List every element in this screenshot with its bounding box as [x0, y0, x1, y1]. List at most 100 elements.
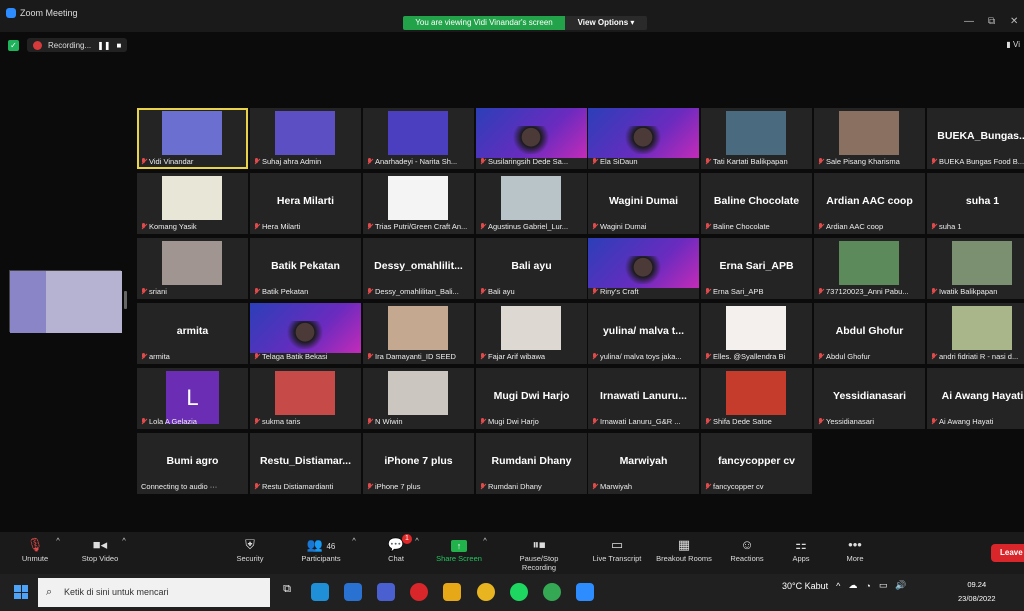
opera-icon[interactable]	[410, 583, 428, 601]
chrome-profile-icon[interactable]	[543, 583, 561, 601]
participant-tile[interactable]: Irnawati Lanuru... Irnawati Lanuru_G&R ..…	[588, 368, 699, 429]
participant-tile[interactable]: Telaga Batik Bekasi	[250, 303, 361, 364]
participant-tile[interactable]: Bumi agro Connecting to audio ···	[137, 433, 248, 494]
file-explorer-icon[interactable]	[443, 583, 461, 601]
participant-tile[interactable]: BUEKA_Bungas... BUEKA Bungas Food B...	[927, 108, 1024, 169]
participant-tile[interactable]: Shifa Dede Satoe	[701, 368, 812, 429]
participant-tile[interactable]: Elles. @Syallendra Bi	[701, 303, 812, 364]
view-options-button[interactable]: View Options ▾	[565, 16, 647, 30]
security-button[interactable]: ⛨ Security	[220, 536, 280, 563]
share-chevron-icon[interactable]: ^	[481, 536, 489, 545]
participant-tile[interactable]: Vidi Vinandar	[137, 108, 248, 169]
battery-icon[interactable]: ▭	[879, 580, 888, 591]
participant-tile[interactable]: 737120023_Anni Pabu...	[814, 238, 925, 299]
thumbnail-resize-handle[interactable]	[124, 291, 127, 309]
window-title: Zoom Meeting	[20, 8, 78, 18]
participant-tile[interactable]: Tati Kartati Balikpapan	[701, 108, 812, 169]
muted-mic-icon	[592, 223, 598, 230]
share-screen-button[interactable]: ↑ Share Screen	[429, 536, 489, 563]
participant-tile[interactable]: Sale Pisang Kharisma	[814, 108, 925, 169]
participant-tile[interactable]: fancycopper cv fancycopper cv	[701, 433, 812, 494]
audio-options-chevron-icon[interactable]: ^	[54, 536, 62, 545]
participant-tile[interactable]: Marwiyah Marwiyah	[588, 433, 699, 494]
breakout-rooms-button[interactable]: ▦ Breakout Rooms	[654, 536, 714, 563]
participant-tile[interactable]: Ai Awang Hayati Ai Awang Hayati	[927, 368, 1024, 429]
minimize-icon[interactable]: —	[964, 16, 974, 27]
participant-tile[interactable]: Ela SiDaun	[588, 108, 699, 169]
pause-stop-recording-button[interactable]: ⏸⏹ Pause/Stop Recording	[508, 536, 570, 572]
participant-name-label: Komang Yasik	[141, 222, 246, 231]
participant-tile[interactable]: Bali ayu Bali ayu	[476, 238, 587, 299]
task-view-icon[interactable]: ⧉	[278, 583, 296, 601]
participant-tile[interactable]: Mugi Dwi Harjo Mugi Dwi Harjo	[476, 368, 587, 429]
reactions-button[interactable]: ☺ Reactions	[717, 536, 777, 563]
close-icon[interactable]: ✕	[1010, 16, 1018, 27]
participants-label: Participants	[301, 554, 341, 563]
participant-tile[interactable]: Ardian AAC coop Ardian AAC coop	[814, 173, 925, 234]
participant-name-label: Baline Chocolate	[705, 222, 810, 231]
stop-recording-icon[interactable]: ■	[117, 41, 122, 50]
network-icon[interactable]: ☁	[848, 580, 857, 591]
windows-start-icon[interactable]	[14, 585, 28, 599]
taskbar-clock[interactable]: 09.24 23/08/2022	[958, 578, 996, 606]
edge-icon[interactable]	[311, 583, 329, 601]
participant-tile[interactable]: Abdul Ghofur Abdul Ghofur	[814, 303, 925, 364]
app-icon[interactable]	[377, 583, 395, 601]
view-menu[interactable]: ▮ Vi	[1006, 40, 1020, 49]
tray-chevron-icon[interactable]: ^	[836, 581, 840, 591]
participant-tile[interactable]: yulina/ malva t... yulina/ malva toys jak…	[588, 303, 699, 364]
participant-video	[588, 238, 699, 288]
participant-tile[interactable]: Batik Pekatan Batik Pekatan	[250, 238, 361, 299]
participant-tile[interactable]: Rumdani Dhany Rumdani Dhany	[476, 433, 587, 494]
participant-tile[interactable]: Iwatik Balikpapan	[927, 238, 1024, 299]
weather-text[interactable]: 30°C Kabut	[782, 581, 828, 591]
participant-tile[interactable]: iPhone 7 plus iPhone 7 plus	[363, 433, 474, 494]
participant-tile[interactable]: armita armita	[137, 303, 248, 364]
participant-name: Riny's Craft	[600, 287, 639, 296]
participant-tile[interactable]: Wagini Dumai Wagini Dumai	[588, 173, 699, 234]
apps-button[interactable]: ⚏ Apps	[771, 536, 831, 563]
participant-tile[interactable]: Riny's Craft	[588, 238, 699, 299]
muted-mic-icon	[367, 483, 373, 490]
participant-tile[interactable]: Susilaringsih Dede Sa...	[476, 108, 587, 169]
taskbar-search-input[interactable]: ⌕ Ketik di sini untuk mencari	[38, 578, 270, 607]
participant-tile[interactable]: Baline Chocolate Baline Chocolate	[701, 173, 812, 234]
mail-icon[interactable]	[344, 583, 362, 601]
participant-tile[interactable]: sriani	[137, 238, 248, 299]
participant-tile[interactable]: Dessy_omahlilit... Dessy_omahlilitan_Bali…	[363, 238, 474, 299]
wifi-icon[interactable]: ◔	[865, 581, 870, 591]
participant-tile[interactable]: Ira Damayanti_ID SEED	[363, 303, 474, 364]
participant-tile[interactable]: Anarhadeyi - Narita Sh...	[363, 108, 474, 169]
participant-tile[interactable]: Erna Sari_APB Erna Sari_APB	[701, 238, 812, 299]
more-button[interactable]: ••• More	[825, 536, 885, 563]
participant-tile[interactable]: Agustinus Gabriel_Lur...	[476, 173, 587, 234]
live-transcript-button[interactable]: ▭ Live Transcript	[587, 536, 647, 563]
participant-tile[interactable]: Trias Putri/Green Craft An...	[363, 173, 474, 234]
participant-tile[interactable]: sukma taris	[250, 368, 361, 429]
restore-icon[interactable]: ⧉	[988, 16, 995, 27]
chrome-icon[interactable]	[477, 583, 495, 601]
participant-tile[interactable]: Suhaj ahra Admin	[250, 108, 361, 169]
leave-button[interactable]: Leave	[991, 544, 1024, 562]
participant-tile[interactable]: Hera Milarti Hera Milarti	[250, 173, 361, 234]
participant-name: fancycopper cv	[713, 482, 764, 491]
participant-tile[interactable]: Fajar Arif wibawa	[476, 303, 587, 364]
zoom-taskbar-icon[interactable]	[576, 583, 594, 601]
chat-chevron-icon[interactable]: ^	[413, 536, 421, 545]
participants-icon: 👥 46	[306, 537, 336, 552]
participant-tile[interactable]: suha 1 suha 1	[927, 173, 1024, 234]
participant-tile[interactable]: andri fidriati R - nasi d...	[927, 303, 1024, 364]
participant-tile[interactable]: Restu_Distiamar... Restu Distiamardianti	[250, 433, 361, 494]
video-options-chevron-icon[interactable]: ^	[120, 536, 128, 545]
shield-icon[interactable]: ✓	[8, 39, 19, 51]
participant-tile[interactable]: L Lola A Gelazia	[137, 368, 248, 429]
participant-tile[interactable]: Yessidianasari Yessidianasari	[814, 368, 925, 429]
pause-recording-icon[interactable]: ❚❚	[97, 41, 110, 50]
participant-tile[interactable]: Komang Yasik	[137, 173, 248, 234]
spotify-icon[interactable]	[510, 583, 528, 601]
participants-chevron-icon[interactable]: ^	[350, 536, 358, 545]
volume-icon[interactable]: 🔊	[895, 580, 906, 591]
participant-tile[interactable]: N Wiwin	[363, 368, 474, 429]
participants-button[interactable]: 👥 46 Participants	[291, 536, 351, 563]
shared-screen-thumbnail[interactable]	[9, 270, 122, 333]
